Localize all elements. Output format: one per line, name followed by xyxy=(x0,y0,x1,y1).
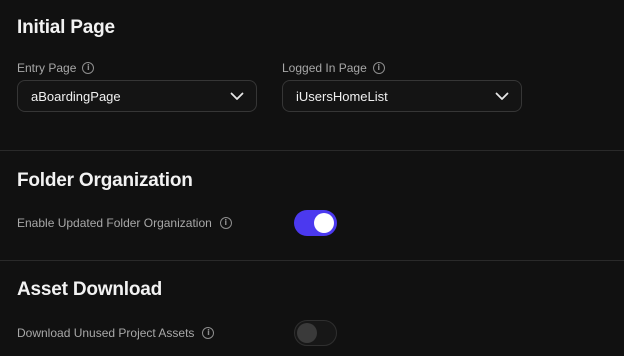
asset-download-label: Download Unused Project Assets xyxy=(17,326,195,340)
entry-page-value: aBoardingPage xyxy=(31,88,121,104)
folder-organization-title: Folder Organization xyxy=(17,170,193,191)
info-icon[interactable]: i xyxy=(372,62,385,74)
info-icon[interactable]: i xyxy=(82,62,95,74)
asset-download-label-row: Download Unused Project Assets i xyxy=(17,326,215,340)
chevron-down-icon xyxy=(495,92,509,100)
folder-organization-label-row: Enable Updated Folder Organization i xyxy=(17,216,232,230)
asset-download-title: Asset Download xyxy=(17,279,162,300)
logged-in-page-label-row: Logged In Page i xyxy=(282,61,385,75)
asset-download-section: Asset Download Download Unused Project A… xyxy=(0,260,624,356)
logged-in-page-dropdown[interactable]: iUsersHomeList xyxy=(282,80,522,112)
entry-page-dropdown[interactable]: aBoardingPage xyxy=(17,80,257,112)
info-icon[interactable]: i xyxy=(219,217,232,229)
initial-page-section: Initial Page Entry Page i aBoardingPage … xyxy=(0,0,624,150)
asset-download-toggle[interactable] xyxy=(294,320,337,346)
info-icon[interactable]: i xyxy=(202,327,215,339)
logged-in-page-label: Logged In Page xyxy=(282,61,367,75)
folder-organization-toggle[interactable] xyxy=(294,210,337,236)
toggle-knob xyxy=(297,323,317,343)
entry-page-label: Entry Page xyxy=(17,61,77,75)
logged-in-page-value: iUsersHomeList xyxy=(296,88,388,104)
chevron-down-icon xyxy=(230,92,244,100)
entry-page-label-row: Entry Page i xyxy=(17,61,95,75)
initial-page-title: Initial Page xyxy=(17,17,115,38)
folder-organization-label: Enable Updated Folder Organization xyxy=(17,216,212,230)
toggle-knob xyxy=(314,213,334,233)
folder-organization-section: Folder Organization Enable Updated Folde… xyxy=(0,150,624,260)
